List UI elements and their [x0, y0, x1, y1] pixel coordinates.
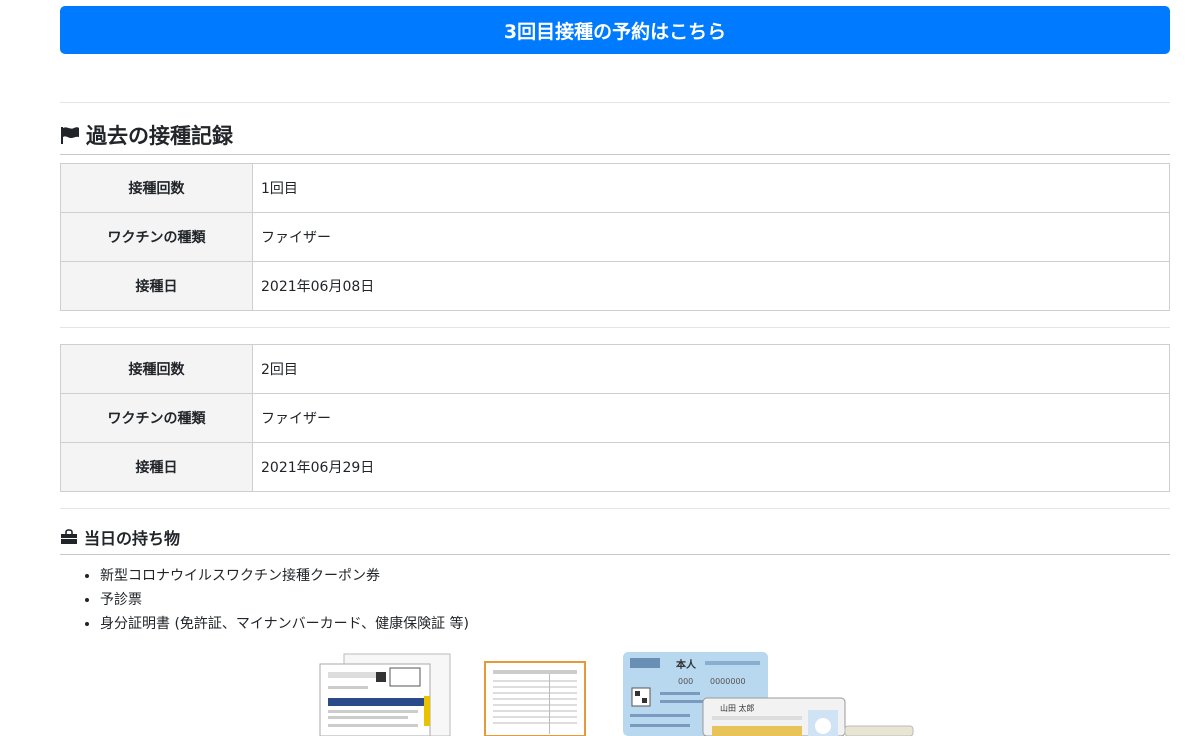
row-label: ワクチンの種類	[60, 212, 253, 262]
row-value: 2回目	[252, 344, 1170, 394]
vaccination-record-table-1: 接種回数 1回目 ワクチンの種類 ファイザー 接種日 2021年06月08日	[60, 163, 1170, 311]
past-records-title: 過去の接種記録	[86, 123, 233, 148]
row-label: ワクチンの種類	[60, 393, 253, 443]
row-label: 接種回数	[60, 163, 253, 213]
row-value: 1回目	[252, 163, 1170, 213]
card-label: 本人	[676, 658, 697, 671]
required-items-illustration: 本人 000 0000000 山田 太郎	[60, 652, 1170, 736]
coupon-illustration	[319, 653, 451, 736]
row-label: 接種回数	[60, 344, 253, 394]
table-row: 接種日 2021年06月08日	[60, 261, 1170, 311]
past-records-heading: 過去の接種記録	[60, 115, 1170, 155]
third-dose-reservation-button[interactable]: 3回目接種の予約はこちら	[60, 6, 1170, 54]
table-row: ワクチンの種類 ファイザー	[60, 212, 1170, 262]
divider	[60, 102, 1170, 103]
vaccination-record-table-2: 接種回数 2回目 ワクチンの種類 ファイザー 接種日 2021年06月29日	[60, 344, 1170, 492]
reservation-button-label: 3回目接種の予約はこちら	[503, 20, 727, 43]
row-value: 2021年06月08日	[252, 261, 1170, 311]
items-heading: 当日の持ち物	[60, 520, 1170, 555]
table-row: 接種回数 1回目	[60, 163, 1170, 213]
questionnaire-illustration	[484, 661, 586, 736]
bag-icon	[60, 529, 78, 545]
license-card-illustration: 山田 太郎	[702, 697, 846, 736]
flag-icon	[60, 126, 80, 144]
row-label: 接種日	[60, 261, 253, 311]
divider	[60, 327, 1170, 328]
table-row: ワクチンの種類 ファイザー	[60, 393, 1170, 443]
card-digits: 000	[678, 677, 693, 686]
list-item: 身分証明書 (免許証、マイナンバーカード、健康保険証 等)	[100, 612, 469, 636]
row-label: 接種日	[60, 442, 253, 492]
card-number: 0000000	[710, 677, 746, 686]
row-value: ファイザー	[252, 212, 1170, 262]
row-value: ファイザー	[252, 393, 1170, 443]
list-item: 予診票	[100, 588, 469, 612]
divider	[60, 508, 1170, 509]
items-title: 当日の持ち物	[84, 529, 181, 548]
items-list: 新型コロナウイルスワクチン接種クーポン券 予診票 身分証明書 (免許証、マイナン…	[100, 564, 469, 636]
card-name: 山田 太郎	[720, 703, 755, 713]
mynumber-card-illustration	[844, 725, 914, 736]
list-item: 新型コロナウイルスワクチン接種クーポン券	[100, 564, 469, 588]
row-value: 2021年06月29日	[252, 442, 1170, 492]
table-row: 接種回数 2回目	[60, 344, 1170, 394]
table-row: 接種日 2021年06月29日	[60, 442, 1170, 492]
